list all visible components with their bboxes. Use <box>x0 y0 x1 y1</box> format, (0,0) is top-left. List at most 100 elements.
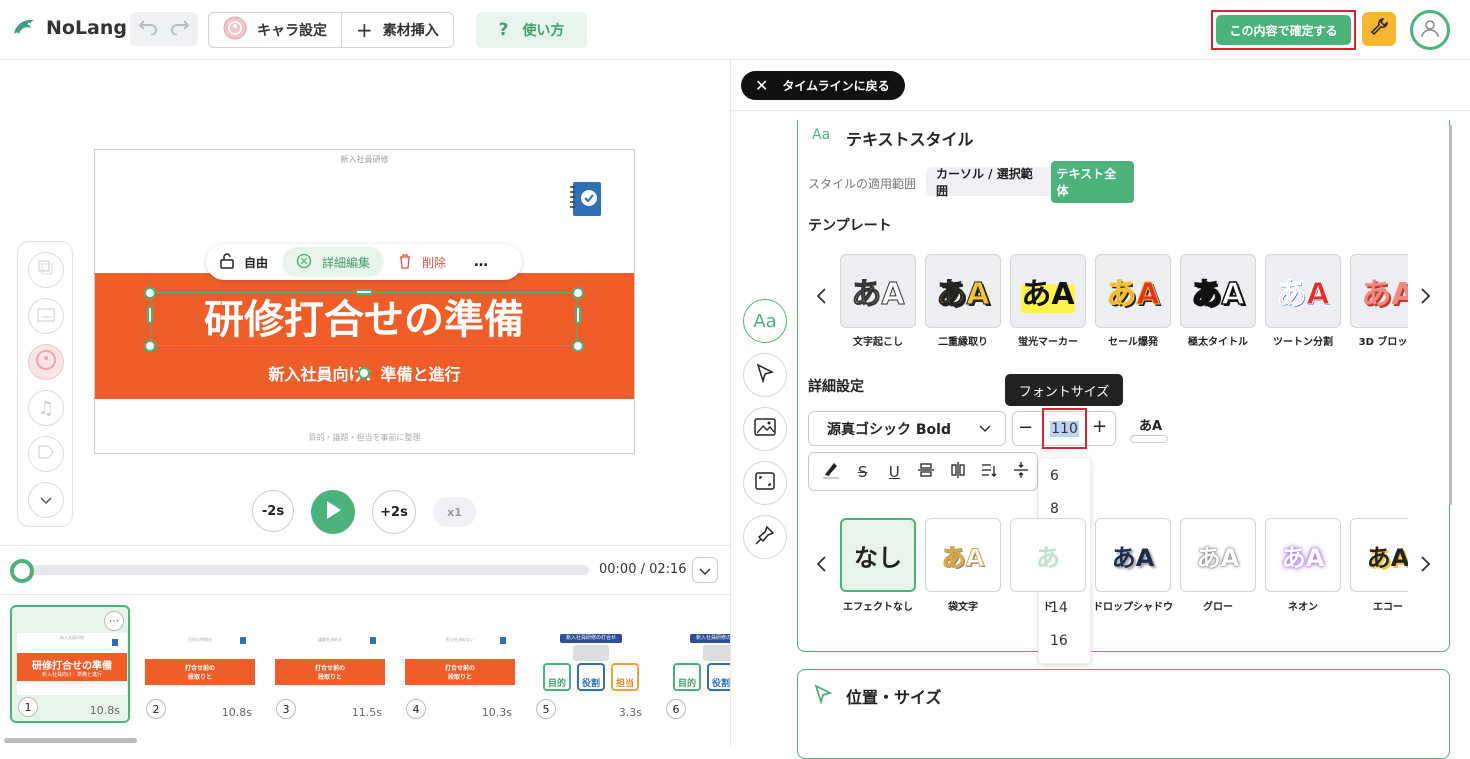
effect-glow[interactable]: あA <box>1180 518 1256 592</box>
align-middle-button[interactable] <box>910 456 942 488</box>
resize-handle-tl[interactable] <box>144 287 156 299</box>
effect-none[interactable]: なし <box>840 518 916 592</box>
effect-next-arrow[interactable] <box>1420 554 1432 579</box>
app-header: NoLang キャラ設定 + 素材挿入 ? 使い方 この内容で確定する <box>0 0 1470 60</box>
highlight-color-button[interactable] <box>815 456 847 488</box>
video-button[interactable] <box>28 436 64 472</box>
effect-partial[interactable]: あ <box>1010 518 1086 592</box>
thumb-notebook-icon <box>240 637 246 644</box>
scene-thumbnail-2[interactable]: 目的の明確化 打合せ前の 段取りと 2 10.8s <box>140 605 260 723</box>
logo[interactable]: NoLang <box>12 16 127 40</box>
selection-box[interactable] <box>150 292 578 346</box>
effect-glyph: あ <box>1036 543 1060 572</box>
forward-2s-button[interactable]: +2s <box>372 490 416 534</box>
free-mode-button[interactable]: 自由 <box>206 247 282 277</box>
effect-prev-arrow[interactable] <box>815 554 827 579</box>
character-button[interactable] <box>28 344 64 380</box>
font-family-select[interactable]: 源真ゴシック Bold <box>808 411 1006 446</box>
progress-knob[interactable] <box>10 559 34 583</box>
template-prev-arrow[interactable] <box>815 286 827 311</box>
user-avatar[interactable] <box>1410 10 1450 50</box>
scene-thumbnail-5[interactable]: 新入社員研修の打合せ 目的 役割 担当 5 3.3s <box>530 605 650 723</box>
scene-thumbnail-1[interactable]: ⋯ 新入社員研修 研修打合せの準備 新入社員向け：準備と進行 1 10.8s <box>10 605 130 723</box>
plus-button[interactable]: + <box>1092 416 1107 437</box>
resize-handle-top[interactable] <box>355 289 373 295</box>
resize-tab[interactable] <box>743 461 787 505</box>
scene-thumbnail-6[interactable]: 新入社員研修の打合せ 目的 役割 6 <box>660 605 730 723</box>
help-button[interactable]: ? 使い方 <box>476 12 587 48</box>
confirm-button[interactable]: この内容で確定する <box>1216 15 1351 45</box>
collapse-button[interactable] <box>28 482 64 518</box>
redo-icon[interactable] <box>170 19 192 39</box>
template-glyph: あA <box>1021 269 1075 313</box>
music-button[interactable]: ♫ <box>28 390 64 426</box>
scene-number: 5 <box>536 699 556 719</box>
thumb-image: 新入社員研修の打合せ 目的 役割 <box>665 633 730 695</box>
effect-echo[interactable]: あA <box>1350 518 1408 592</box>
image-tab[interactable] <box>743 407 787 451</box>
scene-number: 6 <box>666 699 686 719</box>
template-bold-title[interactable]: あA <box>1180 254 1256 328</box>
delete-button[interactable]: 削除 <box>384 247 460 277</box>
font-size-option[interactable]: 16 <box>1050 633 1068 649</box>
thumb-notebook-icon <box>112 639 118 646</box>
timeline-expand-button[interactable] <box>692 557 718 583</box>
resize-handle-left[interactable] <box>147 306 153 324</box>
effect-glyph: なし <box>854 543 902 572</box>
template-glyph: あA <box>1276 277 1330 313</box>
template-next-arrow[interactable] <box>1420 286 1432 311</box>
resize-handle-tr[interactable] <box>572 287 584 299</box>
template-sale[interactable]: あA <box>1095 254 1171 328</box>
template-glyph: あA <box>1106 277 1160 313</box>
play-button[interactable] <box>311 490 355 534</box>
effect-drop-shadow[interactable]: あA <box>1095 518 1171 592</box>
scope-cursor-option[interactable]: カーソル / 選択範囲 <box>926 165 1051 199</box>
template-transcript[interactable]: あA <box>840 254 916 328</box>
template-label: テンプレート <box>808 218 892 234</box>
chara-settings-button[interactable]: キャラ設定 <box>209 13 341 47</box>
progress-track[interactable] <box>22 565 589 575</box>
thumb-more-button[interactable]: ⋯ <box>104 611 124 631</box>
text-color-button[interactable]: あA <box>1130 415 1170 445</box>
more-button[interactable]: … <box>460 247 502 277</box>
animation-tab[interactable] <box>743 515 787 559</box>
undo-icon[interactable] <box>136 19 158 39</box>
letter-spacing-button[interactable] <box>1005 456 1037 488</box>
underline-button[interactable]: U <box>878 456 910 488</box>
line-height-button[interactable] <box>974 456 1006 488</box>
wrench-button[interactable] <box>1362 12 1396 46</box>
resize-handle-right[interactable] <box>575 306 581 324</box>
template-label-1: 文字起こし <box>853 337 903 348</box>
resize-handle-br[interactable] <box>572 340 584 352</box>
back-2s-button[interactable]: -2s <box>252 490 294 532</box>
speed-button[interactable]: x1 <box>433 497 476 527</box>
scene-thumbnail-4[interactable]: 担当を決めない 打合せ前の 段取りと 4 10.3s <box>400 605 520 723</box>
time-display: 00:00 / 02:16 <box>599 562 687 577</box>
strikethrough-button[interactable]: S <box>847 456 879 488</box>
scope-all-option[interactable]: テキスト全体 <box>1050 160 1134 203</box>
insert-material-button[interactable]: + 素材挿入 <box>341 13 453 47</box>
horizontal-scrollbar[interactable] <box>4 738 137 743</box>
position-tab[interactable] <box>743 353 787 397</box>
font-size-input[interactable]: 110 <box>1050 420 1079 437</box>
effect-label-5: グロー <box>1203 602 1233 613</box>
template-3d-block[interactable]: あA <box>1350 254 1408 328</box>
effect-outline[interactable]: あA <box>925 518 1001 592</box>
scene-thumbnail-3[interactable]: 議題を決める 打合せ前の 段取りと 3 11.5s <box>270 605 390 723</box>
template-two-tone[interactable]: あA <box>1265 254 1341 328</box>
subtitle-button[interactable] <box>28 298 64 334</box>
minus-button[interactable]: − <box>1018 417 1033 438</box>
layer-button[interactable] <box>28 252 64 288</box>
rotate-handle[interactable] <box>358 367 370 379</box>
distribute-button[interactable] <box>942 456 974 488</box>
resize-handle-bl[interactable] <box>144 340 156 352</box>
template-double-outline[interactable]: あA <box>925 254 1001 328</box>
text-style-tab[interactable]: Aa <box>743 299 787 343</box>
detail-edit-button[interactable]: 詳細編集 <box>282 247 385 277</box>
font-size-option[interactable]: 6 <box>1050 468 1059 484</box>
expand-icon <box>755 472 775 494</box>
effect-neon[interactable]: あA <box>1265 518 1341 592</box>
vertical-scrollbar[interactable] <box>1449 125 1452 505</box>
back-to-timeline-button[interactable]: ✕ タイムラインに戻る <box>741 71 905 100</box>
template-highlighter[interactable]: あA <box>1010 254 1086 328</box>
